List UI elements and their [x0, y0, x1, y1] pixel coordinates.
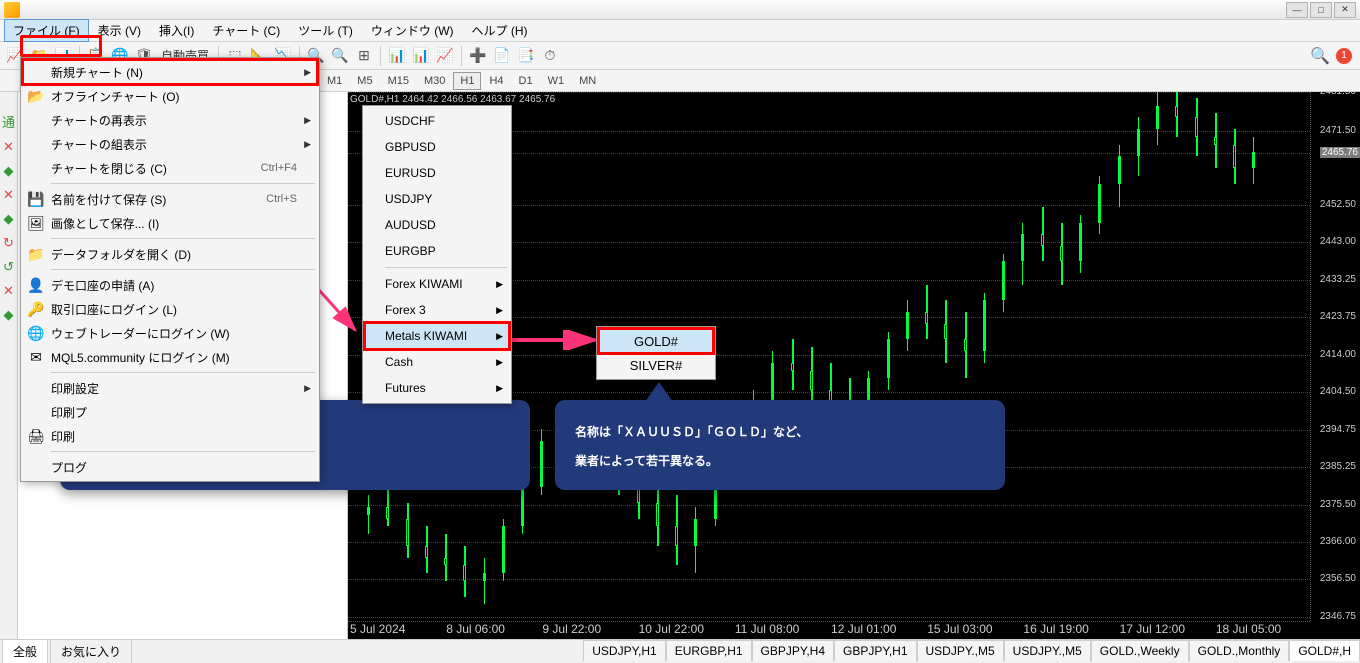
file-menu-item[interactable]: 📂オフラインチャート (O) [23, 84, 317, 108]
notification-badge[interactable]: 1 [1336, 48, 1352, 64]
timeframe-m30[interactable]: M30 [417, 72, 452, 90]
chart-tab[interactable]: GOLD.,Weekly [1091, 640, 1189, 661]
shift-icon[interactable]: ➕ [467, 45, 489, 67]
metals-item[interactable]: SILVER# [599, 353, 713, 377]
bottom-bar: 全般 お気に入り USDJPY,H1EURGBP,H1GBPJPY,H4GBPJ… [0, 639, 1360, 661]
app-logo-icon [4, 2, 20, 18]
submenu-item[interactable]: USDCHF [365, 108, 509, 134]
metals-item[interactable]: GOLD# [599, 329, 713, 353]
chart-tab[interactable]: USDJPY,H1 [583, 640, 665, 661]
chart-tab[interactable]: GOLD.,Monthly [1189, 640, 1290, 661]
title-bar: — □ ✕ [0, 0, 1360, 20]
close-button[interactable]: ✕ [1334, 2, 1356, 18]
chart-tab[interactable]: GBPJPY,H4 [752, 640, 834, 661]
menu-w[interactable]: ウィンドウ (W) [362, 19, 463, 42]
menu-t[interactable]: ツール (T) [289, 19, 362, 42]
maximize-button[interactable]: □ [1310, 2, 1332, 18]
submenu-item[interactable]: Futures▶ [365, 375, 509, 401]
timeframe-m15[interactable]: M15 [381, 72, 416, 90]
file-menu-item[interactable]: 🌐ウェブトレーダーにログイン (W) [23, 321, 317, 345]
menu-h[interactable]: ヘルプ (H) [463, 19, 537, 42]
zoom-out-icon[interactable]: 🔍 [329, 45, 351, 67]
indicators-icon[interactable]: 📑 [515, 45, 537, 67]
file-menu-item[interactable]: 📁データフォルダを開く (D) [23, 242, 317, 266]
price-axis: 2481.502471.502465.762452.502443.002433.… [1310, 92, 1360, 621]
timeframe-m1[interactable]: M1 [320, 72, 349, 90]
chart-tab[interactable]: EURGBP,H1 [666, 640, 752, 661]
chart-title: GOLD#,H1 2464.42 2466.56 2463.67 2465.76 [350, 94, 555, 105]
leftstrip-icon-5[interactable]: ↻ [3, 235, 14, 251]
callout-gold: 名称は「ＸＡＵＵＳＤ」「ＧＯＬＤ」など、 業者によって若干異なる。 [555, 400, 1005, 490]
chart-tab[interactable]: GBPJPY,H1 [834, 640, 916, 661]
bottom-tab-favorites[interactable]: お気に入り [50, 639, 132, 663]
file-menu-dropdown: 新規チャート (N)▶📂オフラインチャート (O)チャートの再表示▶チャートの組… [20, 57, 320, 482]
menu-bar: ファイル (F)表示 (V)挿入(I)チャート (C)ツール (T)ウィンドウ … [0, 20, 1360, 42]
tile-icon[interactable]: ⊞ [353, 45, 375, 67]
submenu-item[interactable]: USDJPY [365, 186, 509, 212]
chart-tab[interactable]: USDJPY.,M5 [1004, 640, 1091, 661]
file-menu-item[interactable]: 🖨印刷 [23, 424, 317, 448]
menu-i[interactable]: 挿入(I) [150, 19, 203, 42]
left-toolstrip: 通 ✕ ◆ ✕ ◆ ↻ ↺ ✕ ◆ [0, 92, 18, 639]
bottom-tab-general[interactable]: 全般 [2, 639, 48, 663]
timeframe-m5[interactable]: M5 [350, 72, 379, 90]
search-icon[interactable]: 🔍 [1310, 46, 1330, 66]
time-axis: 5 Jul 20248 Jul 06:009 Jul 22:0010 Jul 2… [348, 621, 1310, 639]
new-chart-submenu: USDCHFGBPUSDEURUSDUSDJPYAUDUSDEURGBP Fore… [362, 105, 512, 404]
bar-chart-icon[interactable]: 📊 [386, 45, 408, 67]
menu-c[interactable]: チャート (C) [203, 19, 289, 42]
metals-submenu: GOLD#SILVER# [596, 326, 716, 380]
menu-f[interactable]: ファイル (F) [4, 19, 89, 42]
candle-chart-icon[interactable]: 📊 [410, 45, 432, 67]
file-menu-item[interactable]: 💾名前を付けて保存 (S)Ctrl+S [23, 187, 317, 211]
file-menu-item[interactable]: 🔑取引口座にログイン (L) [23, 297, 317, 321]
leftstrip-icon-3[interactable]: ✕ [3, 187, 14, 203]
leftstrip-icon-4[interactable]: ◆ [4, 211, 14, 227]
chart-tab[interactable]: GOLD#,H [1289, 640, 1360, 661]
leftstrip-icon-6[interactable]: ↺ [3, 259, 14, 275]
timeframe-mn[interactable]: MN [572, 72, 603, 90]
periods-icon[interactable]: ⏱ [539, 45, 561, 67]
timeframe-h4[interactable]: H4 [482, 72, 510, 90]
file-menu-item[interactable]: ✉MQL5.community にログイン (M) [23, 345, 317, 369]
file-menu-item[interactable]: チャートの再表示▶ [23, 108, 317, 132]
minimize-button[interactable]: — [1286, 2, 1308, 18]
auto-scroll-icon[interactable]: 📄 [491, 45, 513, 67]
callout-gold-text: 名称は「ＸＡＵＵＳＤ」「ＧＯＬＤ」など、 業者によって若干異なる。 [575, 425, 808, 468]
file-menu-item[interactable]: 新規チャート (N)▶ [23, 60, 317, 84]
submenu-item[interactable]: Forex KIWAMI▶ [365, 271, 509, 297]
file-menu-item[interactable]: 印刷プ [23, 400, 317, 424]
submenu-item[interactable]: Cash▶ [365, 349, 509, 375]
leftstrip-icon-1[interactable]: ✕ [3, 139, 14, 155]
menu-v[interactable]: 表示 (V) [89, 19, 150, 42]
submenu-item[interactable]: Metals KIWAMI▶ [365, 323, 509, 349]
file-menu-item[interactable]: 印刷設定▶ [23, 376, 317, 400]
leftstrip-icon-2[interactable]: ◆ [4, 163, 14, 179]
file-menu-item[interactable]: プログ [23, 455, 317, 479]
submenu-item[interactable]: GBPUSD [365, 134, 509, 160]
line-chart-icon[interactable]: 📈 [434, 45, 456, 67]
leftstrip-icon-8[interactable]: ◆ [4, 307, 14, 323]
timeframe-d1[interactable]: D1 [512, 72, 540, 90]
file-menu-item[interactable]: チャートの組表示▶ [23, 132, 317, 156]
file-menu-item[interactable]: 👤デモ口座の申請 (A) [23, 273, 317, 297]
timeframe-w1[interactable]: W1 [541, 72, 572, 90]
file-menu-item[interactable]: 🖼画像として保存... (I) [23, 211, 317, 235]
timeframe-h1[interactable]: H1 [453, 72, 481, 90]
chart-tab[interactable]: USDJPY.,M5 [917, 640, 1004, 661]
submenu-item[interactable]: Forex 3▶ [365, 297, 509, 323]
leftstrip-icon-0[interactable]: 通 [2, 112, 15, 131]
file-menu-item[interactable]: チャートを閉じる (C)Ctrl+F4 [23, 156, 317, 180]
leftstrip-icon-7[interactable]: ✕ [3, 283, 14, 299]
submenu-item[interactable]: EURUSD [365, 160, 509, 186]
submenu-item[interactable]: AUDUSD [365, 212, 509, 238]
submenu-item[interactable]: EURGBP [365, 238, 509, 264]
